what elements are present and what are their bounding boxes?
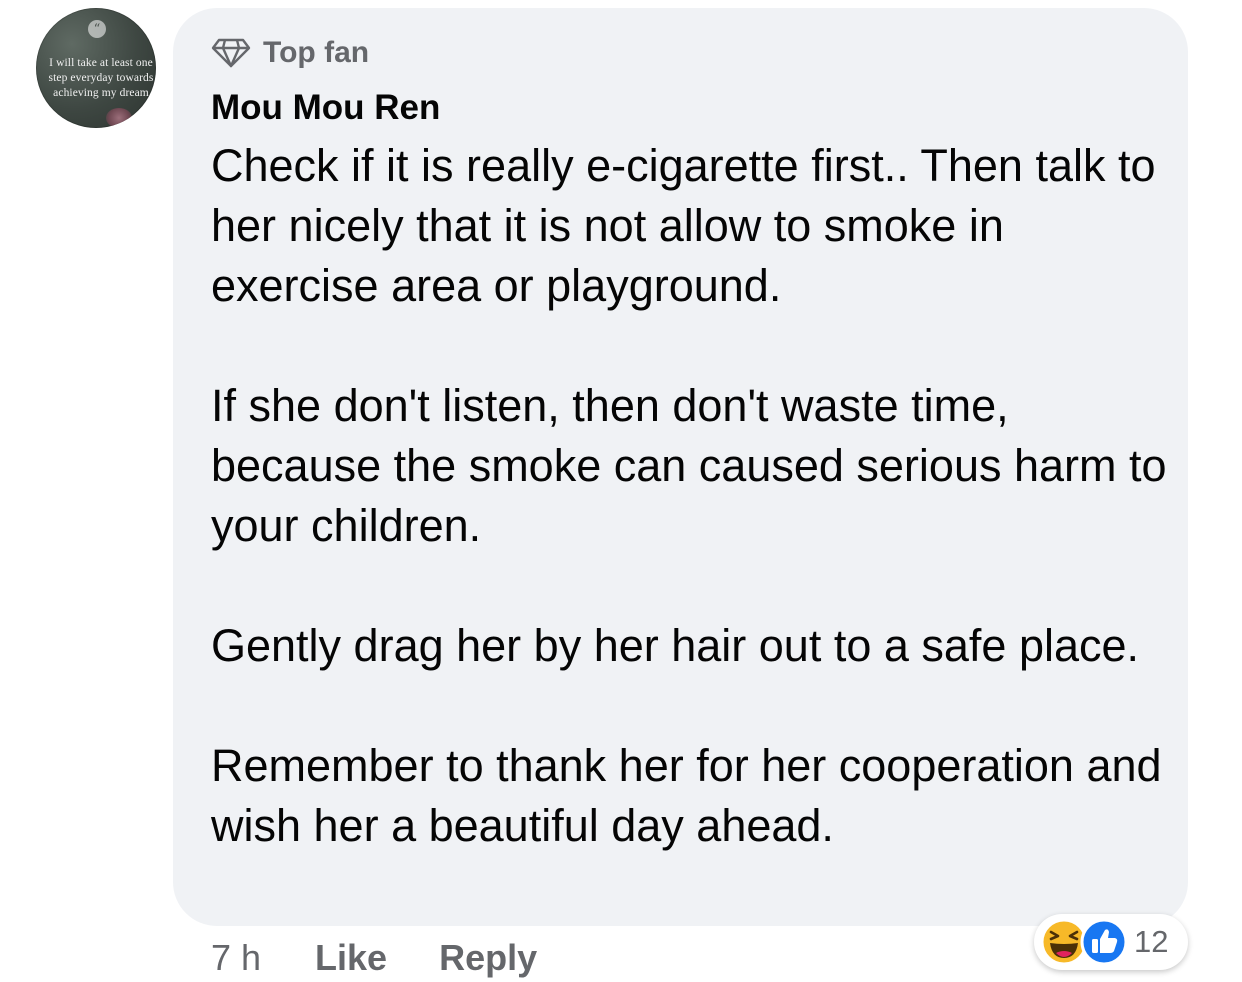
quote-icon: “: [88, 20, 106, 38]
avatar-text: I will take at least one step everyday t…: [48, 57, 154, 99]
comment-paragraph: Check if it is really e-cigarette first.…: [211, 140, 1156, 311]
comment-actions: 7 h Like Reply: [211, 934, 537, 982]
comment-text: Check if it is really e-cigarette first.…: [211, 136, 1171, 856]
timestamp[interactable]: 7 h: [211, 934, 261, 982]
like-icon: [1080, 918, 1128, 966]
reaction-summary[interactable]: 12: [1034, 914, 1188, 970]
badge-label: Top fan: [263, 36, 370, 69]
comment-paragraph: Gently drag her by her hair out to a saf…: [211, 620, 1140, 671]
comment-paragraph: Remember to thank her for her cooperatio…: [211, 740, 1162, 851]
author-name[interactable]: Mou Mou Ren: [211, 86, 440, 130]
flower-decoration: [106, 108, 132, 128]
avatar[interactable]: “ I will take at least one step everyday…: [36, 8, 156, 128]
diamond-icon: [211, 38, 251, 68]
reaction-count: 12: [1134, 924, 1169, 959]
top-fan-badge[interactable]: Top fan: [211, 34, 369, 72]
reply-button[interactable]: Reply: [439, 934, 537, 982]
comment-paragraph: If she don't listen, then don't waste ti…: [211, 380, 1167, 551]
like-button[interactable]: Like: [315, 934, 387, 982]
